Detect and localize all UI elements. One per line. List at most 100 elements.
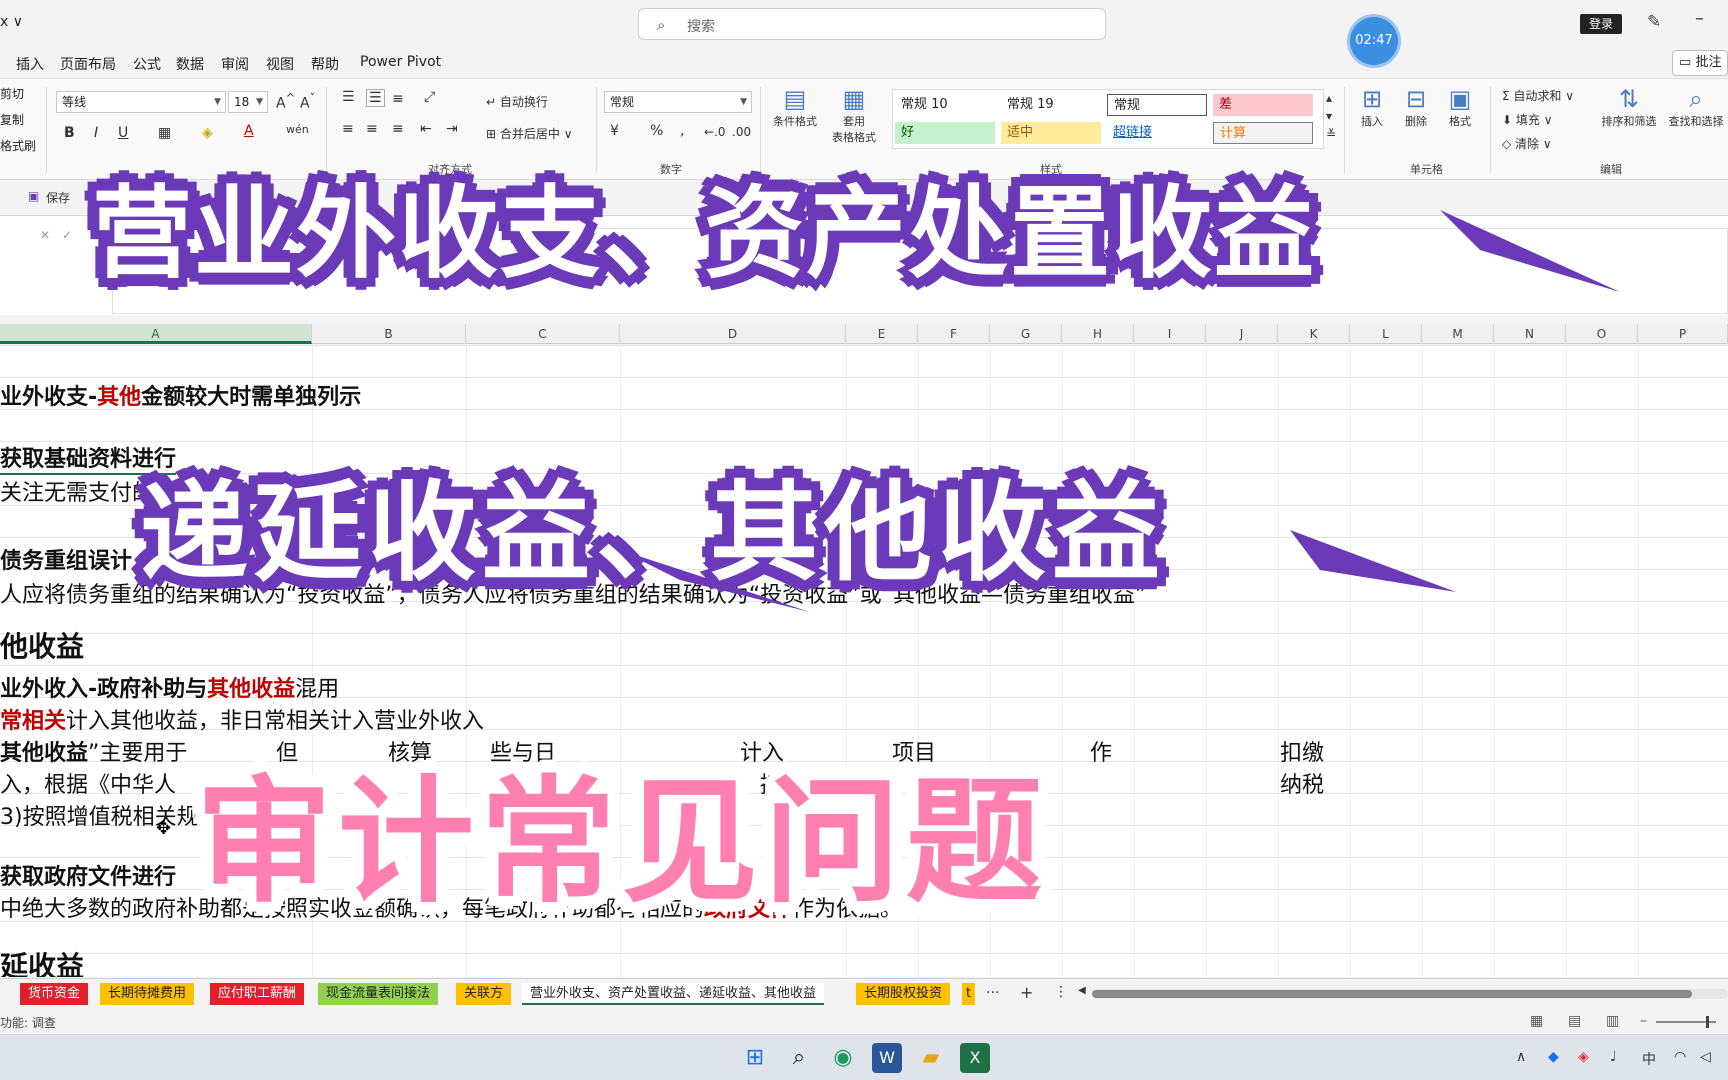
column-k[interactable]: K xyxy=(1278,324,1350,344)
column-d[interactable]: D xyxy=(620,324,846,344)
column-i[interactable]: I xyxy=(1134,324,1206,344)
confirm-icon[interactable]: ✓ xyxy=(62,228,72,242)
sheet-tab-payroll[interactable]: 应付职工薪酬 xyxy=(210,983,305,1005)
bold-button[interactable]: B xyxy=(64,125,75,141)
column-b[interactable]: B xyxy=(312,324,466,344)
page-layout-icon[interactable]: ▤ xyxy=(1568,1013,1581,1029)
column-j[interactable]: J xyxy=(1206,324,1278,344)
scrollbar-thumb[interactable] xyxy=(1092,990,1692,998)
format-painter-button[interactable]: 格式刷 xyxy=(0,137,36,154)
cell-row-1[interactable]: 业外收支-其他金额较大时需单独列示 xyxy=(0,379,361,411)
login-button[interactable]: 登录 xyxy=(1580,14,1622,34)
font-size-select[interactable]: 18 ▼ xyxy=(228,91,268,113)
increase-font-icon[interactable]: A^ xyxy=(276,91,295,112)
zoom-out-icon[interactable]: – xyxy=(1640,1013,1647,1029)
page-break-icon[interactable]: ▥ xyxy=(1606,1013,1619,1029)
tray-up-icon[interactable]: ∧ xyxy=(1516,1049,1526,1065)
tab-insert[interactable]: 插入 xyxy=(16,54,44,74)
style-bad[interactable]: 差 xyxy=(1213,94,1313,116)
minimize-button[interactable]: – xyxy=(1695,8,1704,29)
add-sheet-button[interactable]: + xyxy=(1020,983,1033,1002)
format-cells-button[interactable]: ▣ 格式 xyxy=(1440,85,1480,129)
sheet-tab-equity[interactable]: 长期股权投资 xyxy=(856,983,951,1005)
font-color-icon[interactable]: A xyxy=(244,123,254,139)
currency-icon[interactable]: ¥ xyxy=(610,123,619,139)
excel-icon[interactable]: X xyxy=(960,1043,990,1073)
align-top-icon[interactable]: ☰ xyxy=(342,89,355,105)
comma-icon[interactable]: , xyxy=(680,123,684,139)
delete-cells-button[interactable]: ⊟ 删除 xyxy=(1396,85,1436,129)
fill-color-icon[interactable]: ◈ xyxy=(202,125,213,141)
comment-button[interactable]: ▭ 批注 xyxy=(1672,50,1728,76)
file-name[interactable]: x ∨ xyxy=(0,14,23,30)
column-a[interactable]: A xyxy=(0,324,312,344)
cell-row-12[interactable]: 获取政府文件进行 xyxy=(0,859,176,891)
cell-row-3[interactable]: 关注无需支付的 xyxy=(0,475,154,507)
tray-security-icon[interactable]: ◈ xyxy=(1578,1049,1589,1065)
wrap-text-button[interactable]: ↵ 自动换行 xyxy=(486,93,548,110)
column-c[interactable]: C xyxy=(466,324,620,344)
tab-help[interactable]: 帮助 xyxy=(311,54,339,74)
increase-decimal-icon[interactable]: ←.0 xyxy=(704,125,726,139)
gallery-expand-icon[interactable]: ≚ xyxy=(1326,127,1336,141)
more-sheets-button[interactable]: ··· xyxy=(986,985,999,1001)
align-center-icon[interactable]: ≡ xyxy=(366,121,378,137)
microphone-icon[interactable]: ♩ xyxy=(1610,1049,1617,1065)
tab-review[interactable]: 审阅 xyxy=(221,54,249,74)
tab-data[interactable]: 数据 xyxy=(176,54,204,74)
find-select-button[interactable]: ⌕ 查找和选择 xyxy=(1664,85,1728,129)
cut-button[interactable]: 剪切 xyxy=(0,85,24,102)
save-label[interactable]: 保存 xyxy=(46,189,70,206)
decrease-indent-icon[interactable]: ⇤ xyxy=(420,121,432,137)
sheet-tab-prepaid[interactable]: 长期待摊费用 xyxy=(100,983,195,1005)
number-format-select[interactable]: 常规 ▼ xyxy=(604,91,752,113)
border-icon[interactable]: ▦ xyxy=(158,125,171,141)
cell-row-6[interactable]: 他收益 xyxy=(0,625,84,665)
sheet-tab-current[interactable]: 营业外收支、资产处置收益、递延收益、其他收益 xyxy=(522,983,825,1005)
orientation-icon[interactable]: ⤢ xyxy=(424,89,435,105)
style-normal-19[interactable]: 常规 19 xyxy=(1001,94,1101,116)
start-icon[interactable]: ⊞ xyxy=(740,1043,770,1073)
horizontal-scrollbar[interactable] xyxy=(1092,989,1728,999)
sheet-tab-related[interactable]: 关联方 xyxy=(456,983,512,1005)
style-normal-10[interactable]: 常规 10 xyxy=(895,94,995,116)
cell-row-4[interactable]: 债务重组误计 xyxy=(0,543,132,575)
cell-row-14[interactable]: 延收益 xyxy=(0,945,84,977)
format-as-table-button[interactable]: ▦ 套用 表格格式 xyxy=(822,85,886,145)
insert-cells-button[interactable]: ⊞ 插入 xyxy=(1352,85,1392,129)
search-icon[interactable]: ⌕ xyxy=(784,1043,814,1073)
sort-filter-button[interactable]: ⇅ 排序和筛选 xyxy=(1596,85,1662,129)
fill-button[interactable]: ⬇ 填充 ∨ xyxy=(1502,111,1553,128)
pen-icon[interactable]: ✎ xyxy=(1647,12,1661,32)
word-icon[interactable]: W xyxy=(872,1043,902,1073)
style-normal[interactable]: 常规 xyxy=(1107,94,1207,116)
conditional-format-button[interactable]: ▤ 条件格式 xyxy=(768,85,822,129)
tray-app-icon[interactable]: ◆ xyxy=(1548,1049,1559,1065)
column-o[interactable]: O xyxy=(1566,324,1638,344)
sheet-tab-cash[interactable]: 货币资金 xyxy=(20,983,89,1005)
decrease-font-icon[interactable]: Aˇ xyxy=(300,91,315,112)
style-neutral[interactable]: 适中 xyxy=(1001,122,1101,144)
cell-row-7[interactable]: 业外收入-政府补助与其他收益混用 xyxy=(0,671,339,703)
tab-formulas[interactable]: 公式 xyxy=(133,54,161,74)
edge-icon[interactable]: ◉ xyxy=(828,1043,858,1073)
sheet-menu-button[interactable]: ⋮ xyxy=(1054,984,1068,1000)
percent-icon[interactable]: % xyxy=(650,123,663,139)
style-calculation[interactable]: 计算 xyxy=(1213,122,1313,144)
folder-icon[interactable]: ▰ xyxy=(916,1043,946,1073)
sheet-tab-more[interactable]: t xyxy=(962,983,976,1005)
phonetic-icon[interactable]: wén xyxy=(286,123,309,136)
column-f[interactable]: F xyxy=(918,324,990,344)
ime-indicator[interactable]: 中 xyxy=(1642,1049,1656,1069)
tab-page-layout[interactable]: 页面布局 xyxy=(60,54,116,74)
decrease-decimal-icon[interactable]: .00 xyxy=(732,125,751,139)
gallery-down-icon[interactable]: ▾ xyxy=(1326,109,1332,123)
volume-icon[interactable]: ◁ xyxy=(1700,1049,1711,1065)
copy-button[interactable]: 复制 xyxy=(0,111,24,128)
align-left-icon[interactable]: ≡ xyxy=(342,121,354,137)
merge-center-button[interactable]: ⊞ 合并后居中 ∨ xyxy=(486,125,573,142)
tab-view[interactable]: 视图 xyxy=(266,54,294,74)
autosum-button[interactable]: Σ 自动求和 ∨ xyxy=(1502,87,1574,104)
align-bottom-icon[interactable]: ≡ xyxy=(392,91,404,107)
column-l[interactable]: L xyxy=(1350,324,1422,344)
